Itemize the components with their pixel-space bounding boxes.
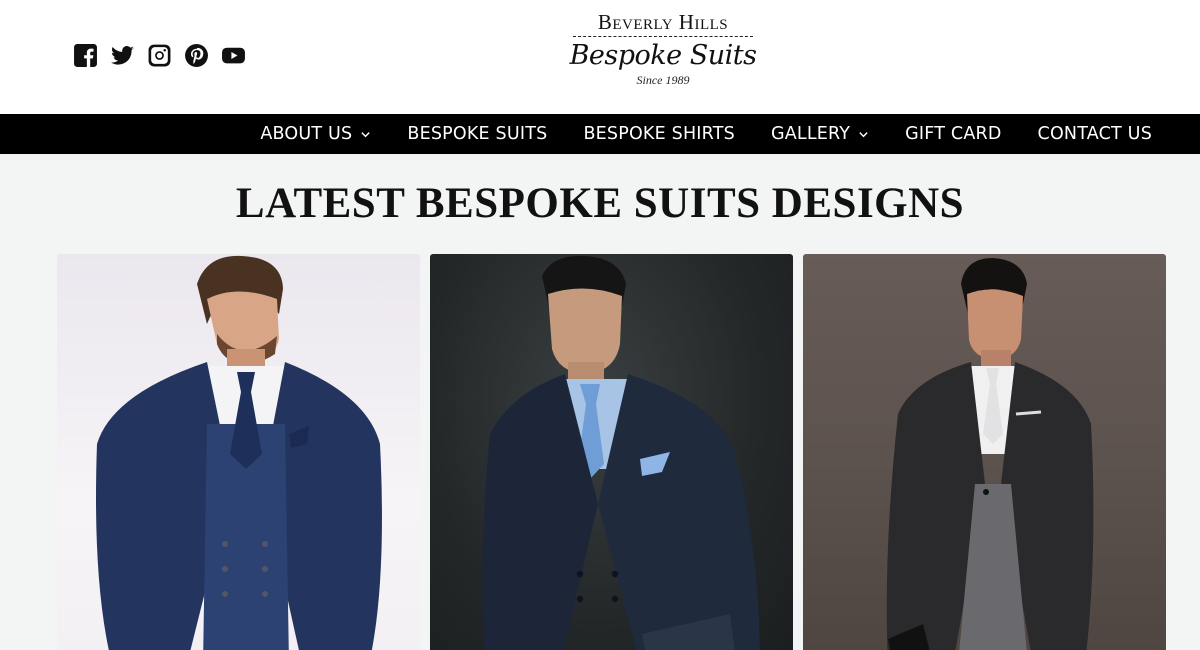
- nav-list: ABOUT US BESPOKE SUITS BESPOKE SHIRTS GA…: [260, 114, 1152, 154]
- nav-item-bespoke-shirts[interactable]: BESPOKE SHIRTS: [583, 114, 735, 154]
- nav-item-about-us[interactable]: ABOUT US: [260, 114, 371, 154]
- logo-main-line: Bespoke Suits: [569, 40, 757, 71]
- nav-item-bespoke-suits[interactable]: BESPOKE SUITS: [407, 114, 547, 154]
- logo-divider: [573, 36, 753, 37]
- nav-item-label: GALLERY: [770, 124, 851, 144]
- nav-item-label: GIFT CARD: [905, 124, 1002, 144]
- nav-item-label: CONTACT US: [1037, 124, 1152, 144]
- nav-item-gallery[interactable]: GALLERY: [771, 114, 869, 154]
- navy-double-breasted-suit-photo[interactable]: [430, 254, 793, 650]
- chevron-down-icon: [858, 129, 869, 140]
- site-logo[interactable]: Beverly Hills Bespoke Suits Since 1989: [568, 10, 758, 100]
- nav-item-contact-us[interactable]: CONTACT US: [1038, 114, 1152, 154]
- logo-top-line: Beverly Hills: [597, 10, 729, 34]
- site-header: Beverly Hills Bespoke Suits Since 1989: [0, 0, 1200, 114]
- youtube-icon[interactable]: [221, 43, 246, 68]
- logo-since-line: Since 1989: [636, 73, 690, 87]
- social-links: [73, 43, 246, 68]
- nav-item-gift-card[interactable]: GIFT CARD: [905, 114, 1001, 154]
- nav-item-label: BESPOKE SHIRTS: [583, 124, 735, 144]
- chevron-down-icon: [360, 129, 371, 140]
- main-nav: ABOUT US BESPOKE SUITS BESPOKE SHIRTS GA…: [0, 114, 1200, 154]
- nav-item-label: ABOUT US: [260, 124, 353, 144]
- facebook-icon[interactable]: [73, 43, 98, 68]
- nav-item-label: BESPOKE SUITS: [407, 124, 548, 144]
- twitter-icon[interactable]: [110, 43, 135, 68]
- blue-three-piece-suit-photo[interactable]: [57, 254, 420, 650]
- charcoal-morning-coat-photo[interactable]: [803, 254, 1166, 650]
- page-title: LATEST BESPOKE SUITS DESIGNS: [235, 180, 965, 227]
- pinterest-icon[interactable]: [184, 43, 209, 68]
- instagram-icon[interactable]: [147, 43, 172, 68]
- suit-gallery: [57, 254, 1166, 650]
